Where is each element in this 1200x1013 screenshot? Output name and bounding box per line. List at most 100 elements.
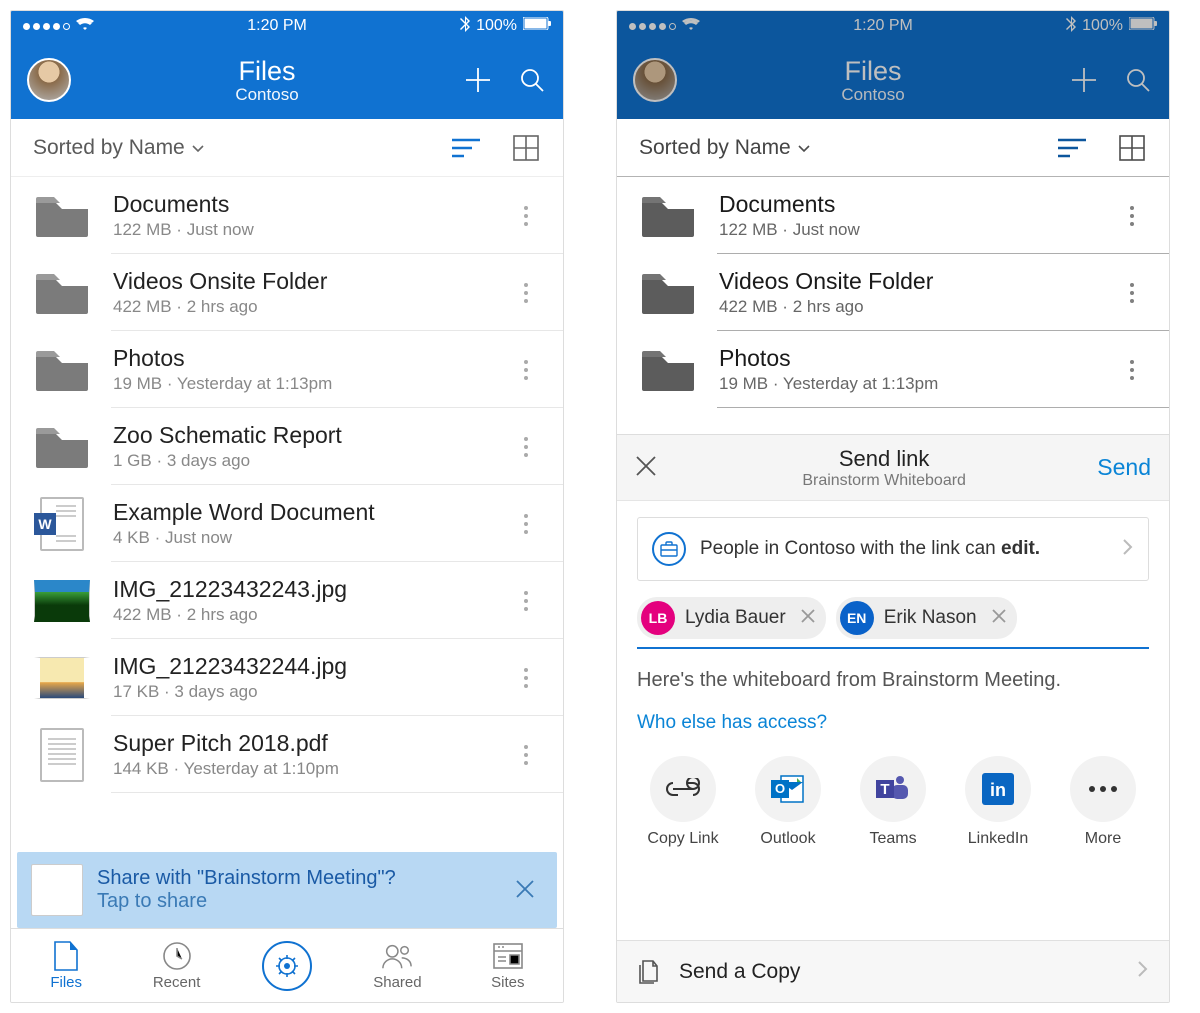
more-button[interactable] (1117, 359, 1147, 381)
file-row[interactable]: IMG_21223432244.jpg17 KB · 3 days ago (11, 639, 563, 716)
search-button[interactable] (1123, 65, 1153, 95)
file-row[interactable]: Videos Onsite Folder422 MB · 2 hrs ago (11, 254, 563, 331)
svg-text:O: O (775, 781, 785, 796)
file-name: Zoo Schematic Report (113, 422, 489, 449)
more-button[interactable] (511, 667, 541, 689)
tab-files[interactable]: Files (11, 929, 121, 1002)
file-row[interactable]: Photos19 MB · Yesterday at 1:13pm (11, 331, 563, 408)
file-meta: 19 MB · Yesterday at 1:13pm (113, 374, 489, 394)
signal-dots-icon (629, 23, 676, 30)
file-meta: 144 KB · Yesterday at 1:10pm (113, 759, 489, 779)
file-meta: 422 MB · 2 hrs ago (719, 297, 1095, 317)
sort-lines-button[interactable] (451, 133, 481, 163)
phone-files-view: 1:20 PM 100% Files Contoso Sor (10, 10, 564, 1003)
more-button[interactable] (1117, 205, 1147, 227)
avatar[interactable] (633, 58, 677, 102)
file-row[interactable]: Documents122 MB · Just now (11, 177, 563, 254)
file-row[interactable]: Zoo Schematic Report1 GB · 3 days ago (11, 408, 563, 485)
file-row[interactable]: Example Word Document4 KB · Just now (11, 485, 563, 562)
header-subtitle: Contoso (689, 85, 1057, 105)
sort-dropdown[interactable]: Sorted by Name (639, 136, 811, 160)
share-target-outlook[interactable]: OOutlook (742, 756, 834, 848)
banner-subtitle: Tap to share (97, 890, 493, 913)
file-name: Videos Onsite Folder (719, 268, 1095, 295)
more-button[interactable] (511, 513, 541, 535)
tab-shared[interactable]: Shared (342, 929, 452, 1002)
scan-icon (262, 941, 312, 991)
target-label: LinkedIn (968, 830, 1029, 848)
bluetooth-icon (460, 16, 470, 37)
chevron-down-icon (797, 136, 811, 160)
permission-text: People in Contoso with the link can edit… (700, 538, 1108, 560)
file-row[interactable]: Photos19 MB · Yesterday at 1:13pm (617, 331, 1169, 408)
chip-remove-button[interactable] (987, 607, 1007, 630)
recipient-chips[interactable]: LBLydia BauerENErik Nason (637, 597, 1149, 649)
file-list: Documents122 MB · Just nowVideos Onsite … (617, 177, 1169, 408)
sort-bar: Sorted by Name (11, 119, 563, 177)
share-targets: Copy LinkOOutlookTTeamsinLinkedInMore (637, 756, 1149, 848)
battery-percent: 100% (1082, 17, 1123, 35)
more-button[interactable] (511, 359, 541, 381)
wifi-icon (682, 17, 700, 36)
status-time: 1:20 PM (853, 17, 913, 35)
message-text[interactable]: Here's the whiteboard from Brainstorm Me… (637, 667, 1149, 694)
wifi-icon (76, 17, 94, 36)
folder-icon (639, 346, 697, 394)
add-button[interactable] (1069, 65, 1099, 95)
who-has-access-link[interactable]: Who else has access? (637, 712, 1149, 734)
more-button[interactable] (511, 282, 541, 304)
more-button[interactable] (511, 590, 541, 612)
more-button[interactable] (511, 205, 541, 227)
share-target-teams[interactable]: TTeams (847, 756, 939, 848)
tab-sites[interactable]: Sites (453, 929, 563, 1002)
search-button[interactable] (517, 65, 547, 95)
file-row[interactable]: Documents122 MB · Just now (617, 177, 1169, 254)
svg-text:T: T (880, 781, 889, 798)
share-target-dots[interactable]: More (1057, 756, 1149, 848)
app-header: Files Contoso (11, 41, 563, 119)
send-button[interactable]: Send (1097, 454, 1151, 481)
file-row[interactable]: Videos Onsite Folder422 MB · 2 hrs ago (617, 254, 1169, 331)
status-bar: 1:20 PM 100% (617, 11, 1169, 41)
folder-icon (33, 269, 91, 317)
file-name: IMG_21223432243.jpg (113, 576, 489, 603)
add-button[interactable] (463, 65, 493, 95)
word-doc-icon (33, 500, 91, 548)
grid-view-button[interactable] (511, 133, 541, 163)
chip-remove-button[interactable] (796, 607, 816, 630)
file-name: Photos (113, 345, 489, 372)
file-row[interactable]: Super Pitch 2018.pdf144 KB · Yesterday a… (11, 716, 563, 793)
banner-close-button[interactable] (507, 875, 543, 906)
more-button[interactable] (1117, 282, 1147, 304)
tab-recent[interactable]: Recent (121, 929, 231, 1002)
sort-dropdown[interactable]: Sorted by Name (33, 136, 205, 160)
folder-icon (33, 346, 91, 394)
recipient-chip[interactable]: LBLydia Bauer (637, 597, 826, 639)
share-target-link[interactable]: Copy Link (637, 756, 729, 848)
tab-scan[interactable] (232, 929, 342, 1002)
file-row[interactable]: IMG_21223432243.jpg422 MB · 2 hrs ago (11, 562, 563, 639)
file-meta: 122 MB · Just now (113, 220, 489, 240)
chip-avatar-icon: LB (641, 601, 675, 635)
chevron-right-icon (1122, 538, 1134, 561)
share-target-linkedin[interactable]: inLinkedIn (952, 756, 1044, 848)
banner-thumbnail-icon (31, 864, 83, 916)
send-a-copy-row[interactable]: Send a Copy (617, 940, 1169, 1002)
sort-lines-button[interactable] (1057, 133, 1087, 163)
recipient-chip[interactable]: ENErik Nason (836, 597, 1017, 639)
avatar[interactable] (27, 58, 71, 102)
grid-view-button[interactable] (1117, 133, 1147, 163)
file-name: Documents (719, 191, 1095, 218)
close-button[interactable] (635, 452, 671, 484)
tab-shared-label: Shared (373, 974, 421, 991)
more-button[interactable] (511, 436, 541, 458)
header-title: Files (83, 56, 451, 87)
more-button[interactable] (511, 744, 541, 766)
share-suggestion-banner[interactable]: Share with "Brainstorm Meeting"? Tap to … (17, 852, 557, 928)
battery-percent: 100% (476, 17, 517, 35)
file-meta: 1 GB · 3 days ago (113, 451, 489, 471)
permission-row[interactable]: People in Contoso with the link can edit… (637, 517, 1149, 581)
people-icon (381, 940, 413, 972)
banner-title: Share with "Brainstorm Meeting"? (97, 867, 493, 890)
chevron-down-icon (191, 136, 205, 160)
